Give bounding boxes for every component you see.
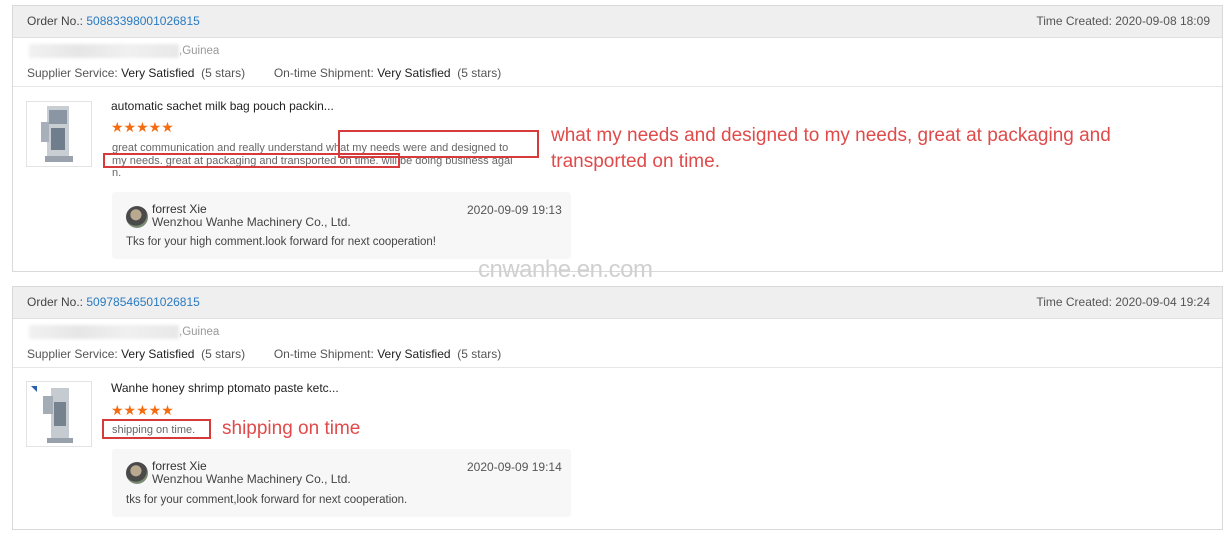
product-thumbnail[interactable]: [26, 101, 92, 167]
order-number-link[interactable]: 50883398001026815: [86, 14, 199, 28]
time-created: Time Created: 2020-09-04 19:24: [1036, 295, 1210, 309]
watermark: cnwanhe.en.com: [478, 256, 653, 283]
product-title[interactable]: automatic sachet milk bag pouch packin..…: [111, 99, 334, 113]
rating-stars: ★★★★★: [111, 119, 174, 135]
annotation-text: shipping on time: [222, 418, 361, 439]
order-ratings: Supplier Service: Very Satisfied (5 star…: [27, 347, 502, 361]
reply-company: Wenzhou Wanhe Machinery Co., Ltd.: [152, 472, 351, 486]
highlight-box: [103, 153, 400, 168]
order-number-label: Order No.: 50978546501026815: [27, 295, 200, 309]
avatar: [126, 462, 148, 484]
product-title[interactable]: Wanhe honey shrimp ptomato paste ketc...: [111, 381, 339, 395]
annotation-text: what my needs and designed to my needs, …: [551, 125, 1111, 172]
order-header: Order No.: 50883398001026815 Time Create…: [13, 6, 1222, 38]
supplier-reply: forrest Xie Wenzhou Wanhe Machinery Co.,…: [112, 449, 571, 517]
reply-message: Tks for your high comment.look forward f…: [126, 236, 437, 248]
reply-author: forrest Xie: [152, 459, 207, 473]
reply-message: tks for your comment,look forward for ne…: [126, 494, 408, 506]
order-ratings: Supplier Service: Very Satisfied (5 star…: [27, 66, 502, 80]
buyer-info: ,Guinea: [29, 44, 219, 58]
reply-date: 2020-09-09 19:14: [467, 460, 562, 474]
reply-date: 2020-09-09 19:13: [467, 203, 562, 217]
highlight-box: [102, 419, 211, 439]
supplier-reply: forrest Xie Wenzhou Wanhe Machinery Co.,…: [112, 192, 571, 259]
blurred-buyer-name: [29, 44, 179, 58]
buyer-info: ,Guinea: [29, 325, 219, 339]
order-header: Order No.: 50978546501026815 Time Create…: [13, 287, 1222, 319]
product-thumbnail[interactable]: [26, 381, 92, 447]
order-number-label: Order No.: 50883398001026815: [27, 14, 200, 28]
time-created: Time Created: 2020-09-08 18:09: [1036, 14, 1210, 28]
order-card: Order No.: 50978546501026815 Time Create…: [12, 286, 1223, 530]
order-number-link[interactable]: 50978546501026815: [86, 295, 199, 309]
blurred-buyer-name: [29, 325, 179, 339]
reply-author: forrest Xie: [152, 202, 207, 216]
avatar: [126, 206, 148, 228]
rating-stars: ★★★★★: [111, 402, 174, 418]
reply-company: Wenzhou Wanhe Machinery Co., Ltd.: [152, 215, 351, 229]
